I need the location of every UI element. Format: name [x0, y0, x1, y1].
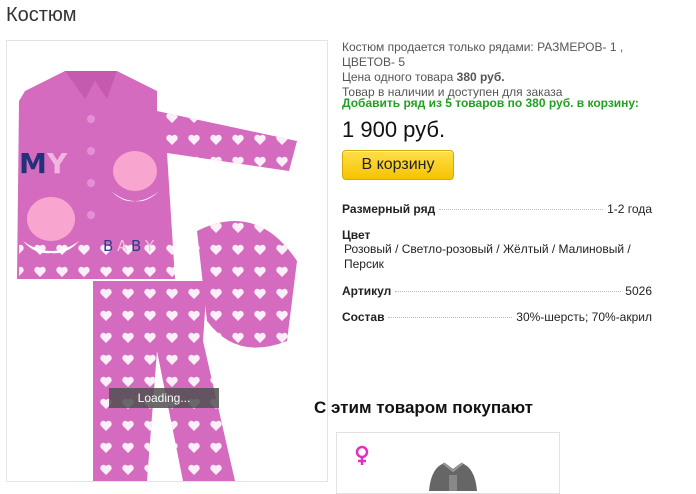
svg-text:M: M [19, 147, 47, 180]
svg-text:B: B [131, 237, 141, 255]
spec-color: Цвет Розовый / Светло-розовый / Жёлтый /… [342, 228, 652, 272]
spec-article-label: Артикул [342, 284, 392, 298]
unit-price-value: 380 руб. [456, 70, 505, 84]
add-row-text: Добавить ряд из 5 товаров по 380 руб. в … [342, 96, 639, 110]
spec-dots [388, 317, 513, 318]
unit-price-label: Цена одного товара [342, 70, 457, 84]
spec-article-value: 5026 [625, 284, 652, 298]
desc-line-rows: Костюм продается только рядами: РАЗМЕРОВ… [342, 40, 624, 69]
spec-dots [395, 291, 622, 292]
add-to-cart-button[interactable]: В корзину [342, 150, 454, 180]
svg-text:A: A [117, 237, 128, 255]
spec-color-value: Розовый / Светло-розовый / Жёлтый / Мали… [344, 242, 631, 271]
related-product-card[interactable] [336, 432, 560, 494]
spec-size-label: Размерный ряд [342, 202, 436, 216]
related-title: С этим товаром покупают [314, 398, 534, 417]
total-price: 1 900 руб. [342, 117, 446, 142]
page-title: Костюм [6, 4, 77, 26]
spec-composition-label: Состав [342, 310, 385, 324]
spec-article: Артикул 5026 [342, 284, 652, 298]
svg-text:Y: Y [144, 237, 155, 255]
product-image[interactable]: M Y B A B Y Loading... [6, 40, 328, 482]
svg-text:Y: Y [46, 147, 68, 180]
product-illustration: M Y B A B Y [17, 71, 297, 481]
spec-composition-value: 30%-шерсть; 70%-акрил [516, 310, 652, 324]
spec-composition: Состав 30%-шерсть; 70%-акрил [342, 310, 652, 324]
spec-dots [439, 209, 604, 210]
svg-text:B: B [103, 237, 113, 255]
spec-color-label: Цвет [342, 228, 371, 242]
related-product-thumbnail [429, 462, 477, 491]
product-description: Костюм продается только рядами: РАЗМЕРОВ… [342, 40, 672, 100]
desc-line-price: Цена одного товара 380 руб. [342, 70, 672, 85]
spec-size-value: 1-2 года [607, 202, 652, 216]
female-icon [355, 445, 369, 465]
loading-overlay: Loading... [109, 388, 219, 408]
spec-size: Размерный ряд 1-2 года [342, 202, 652, 216]
